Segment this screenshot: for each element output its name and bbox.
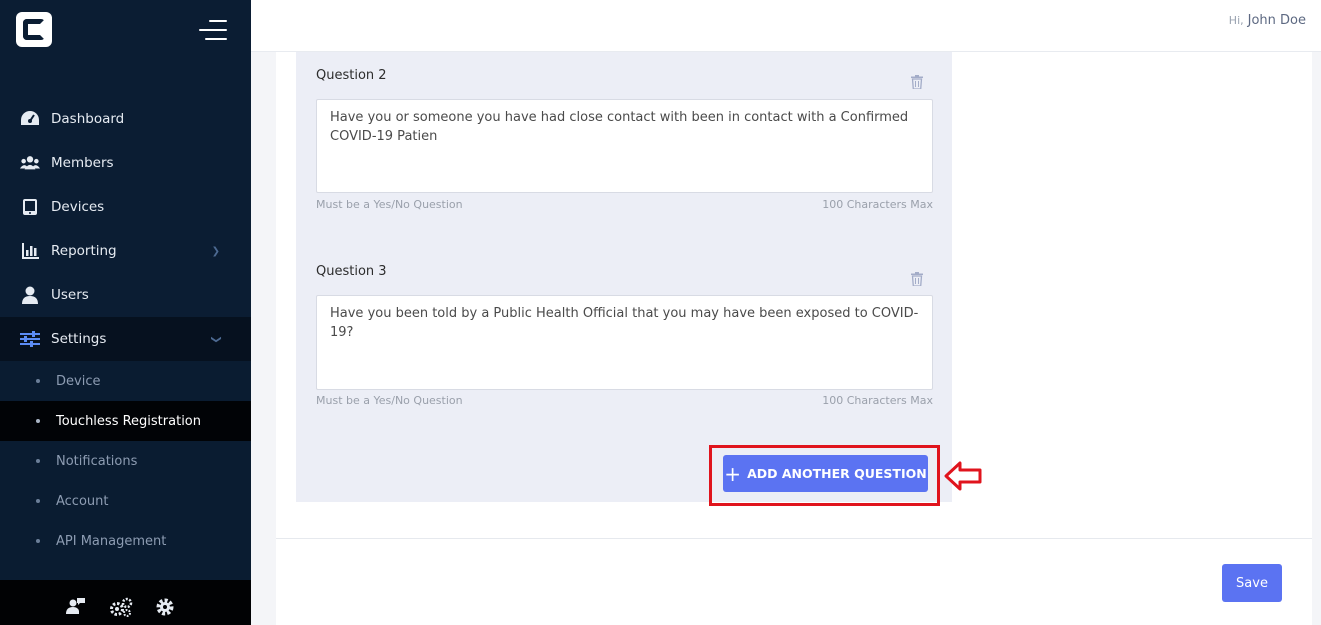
bullet-icon <box>36 499 40 503</box>
trash-icon[interactable] <box>911 74 923 90</box>
sidebar-item-reporting[interactable]: Reporting ❯ <box>0 229 251 273</box>
user-icon <box>20 285 40 305</box>
question-3-label: Question 3 <box>316 264 387 279</box>
gears-icon[interactable] <box>109 597 133 619</box>
question-3-hint: Must be a Yes/No Question <box>316 394 463 407</box>
submenu-item-api-management[interactable]: API Management <box>0 521 251 561</box>
sidebar-footer <box>0 580 251 625</box>
question-2-input[interactable]: Have you or someone you have had close c… <box>316 99 933 193</box>
save-button[interactable]: Save <box>1222 564 1282 602</box>
submenu-item-touchless-registration[interactable]: Touchless Registration <box>0 401 251 441</box>
plus-icon: + <box>724 461 742 486</box>
question-2-label: Question 2 <box>316 68 387 83</box>
question-3-input[interactable]: Have you been told by a Public Health Of… <box>316 295 933 390</box>
question-3-char-limit: 100 Characters Max <box>822 394 933 407</box>
sidebar-item-users[interactable]: Users <box>0 273 251 317</box>
sidebar: Dashboard Members Devices Reporting ❯ Us… <box>0 0 251 625</box>
chart-icon <box>20 241 40 261</box>
question-2-hint: Must be a Yes/No Question <box>316 198 463 211</box>
chevron-down-icon: ❯ <box>210 334 222 344</box>
bullet-icon <box>36 419 40 423</box>
user-greeting[interactable]: Hi, John Doe <box>1229 13 1306 28</box>
menu-toggle-icon[interactable] <box>199 20 227 40</box>
submenu-item-notifications[interactable]: Notifications <box>0 441 251 481</box>
bullet-icon <box>36 459 40 463</box>
question-2-char-limit: 100 Characters Max <box>822 198 933 211</box>
sidebar-item-members[interactable]: Members <box>0 141 251 185</box>
trash-icon[interactable] <box>911 271 923 287</box>
members-icon <box>20 153 40 173</box>
app-logo[interactable] <box>16 12 52 47</box>
dashboard-icon <box>20 109 40 129</box>
submenu-item-device[interactable]: Device <box>0 361 251 401</box>
settings-gear-icon[interactable] <box>155 597 177 619</box>
support-user-icon[interactable] <box>66 597 88 619</box>
arrow-left-icon <box>944 460 982 492</box>
bullet-icon <box>36 539 40 543</box>
add-another-question-button[interactable]: + ADD ANOTHER QUESTION <box>723 455 928 492</box>
divider <box>276 538 1312 539</box>
sliders-icon <box>20 329 40 349</box>
sidebar-item-dashboard[interactable]: Dashboard <box>0 97 251 141</box>
sidebar-item-devices[interactable]: Devices <box>0 185 251 229</box>
chevron-right-icon: ❯ <box>211 245 220 257</box>
sidebar-item-settings[interactable]: Settings ❯ <box>0 317 251 361</box>
top-header: Hi, John Doe <box>251 0 1321 52</box>
tablet-icon <box>20 197 40 217</box>
submenu-item-account[interactable]: Account <box>0 481 251 521</box>
bullet-icon <box>36 379 40 383</box>
